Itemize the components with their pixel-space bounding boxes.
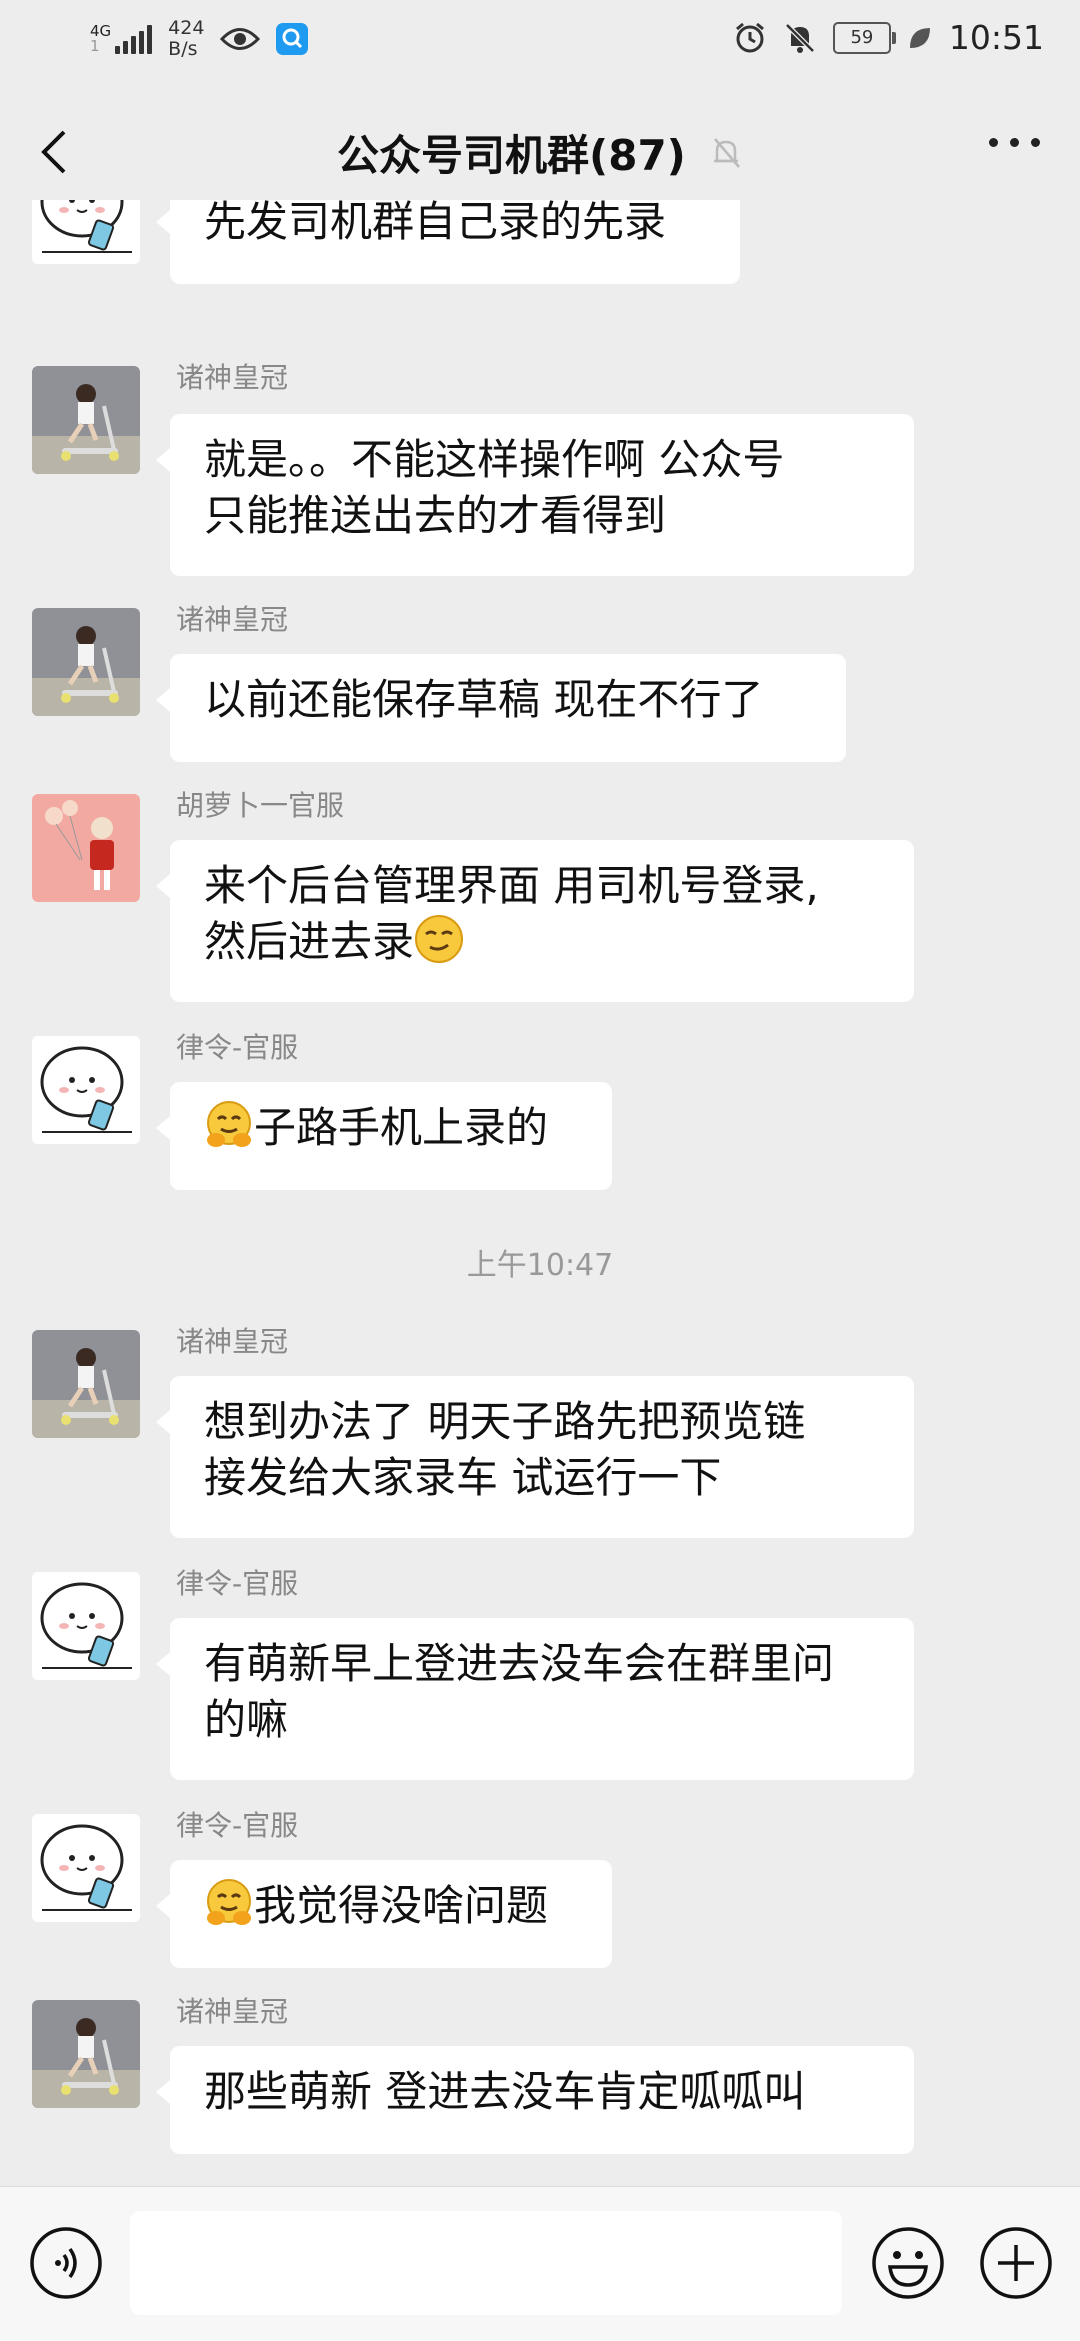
message-timestamp: 上午10:47: [466, 1248, 614, 1283]
voice-input-button[interactable]: [28, 2225, 104, 2305]
message-line: 有萌新早上登进去没车会在群里问: [204, 1639, 835, 1688]
speed-unit: B/s: [168, 38, 198, 60]
message-line: 然后进去录: [204, 914, 880, 970]
girl-balloons-avatar-icon: [32, 794, 140, 902]
avatar[interactable]: [32, 794, 140, 902]
kid-scooter-avatar-icon: [32, 2000, 140, 2108]
battery-indicator: 59: [832, 21, 896, 54]
message-bubble[interactable]: 我觉得没啥问题: [156, 1860, 612, 1968]
message-line: 就是。。不能这样操作啊 公众号: [204, 435, 785, 484]
message-text: 我觉得没啥问题: [254, 1881, 549, 1930]
plus-circle-icon: [980, 2227, 1052, 2299]
kid-scooter-avatar-icon: [32, 608, 140, 716]
avatar[interactable]: [32, 1036, 140, 1144]
message-text: 以前还能保存草稿 现在不行了: [204, 675, 764, 724]
notifications-off-icon: [785, 22, 815, 53]
more-options-button[interactable]: [989, 138, 1040, 147]
search-app-icon: [276, 23, 309, 55]
kid-scooter-avatar-icon: [32, 1330, 140, 1438]
page-title: 公众号司机群(87): [337, 131, 686, 180]
sender-name: 胡萝卜一官服: [176, 789, 345, 822]
message-list[interactable]: 先发司机群自己录的先录 诸神皇冠 就是。。不能这样操作啊 公众号 只能推送出去的…: [0, 200, 1080, 2186]
avatar[interactable]: [32, 608, 140, 716]
sender-name: 诸神皇冠: [176, 1995, 289, 2028]
message-bubble[interactable]: 子路手机上录的: [156, 1082, 612, 1190]
alarm-icon: [735, 22, 764, 52]
cartoon-avatar-icon: [32, 200, 140, 264]
sender-name: 律令-官服: [176, 1031, 299, 1064]
message-bubble[interactable]: 来个后台管理界面 用司机号登录, 然后进去录: [156, 840, 914, 1002]
network-sub: 1: [90, 37, 100, 55]
signal-bars-icon: [115, 24, 153, 54]
dot-icon: [1010, 138, 1019, 147]
sender-name: 诸神皇冠: [176, 603, 289, 636]
sender-name: 律令-官服: [176, 1567, 299, 1600]
message-line: 只能推送出去的才看得到: [204, 491, 667, 540]
avatar[interactable]: [32, 2000, 140, 2108]
smiley-icon: [872, 2227, 944, 2299]
sender-name: 诸神皇冠: [176, 361, 289, 394]
cartoon-avatar-icon: [32, 1036, 140, 1144]
sender-name: 律令-官服: [176, 1809, 299, 1842]
message-line: 的嘛: [204, 1695, 289, 1744]
message-line: 接发给大家录车 试运行一下: [204, 1453, 722, 1502]
hugging-emoji-icon: [207, 1879, 251, 1925]
smirk-emoji-icon: [415, 915, 464, 963]
message-bubble[interactable]: 想到办法了 明天子路先把预览链 接发给大家录车 试运行一下: [156, 1376, 914, 1538]
cartoon-avatar-icon: [32, 1572, 140, 1680]
avatar[interactable]: [32, 366, 140, 474]
muted-bell-icon: [713, 137, 740, 168]
message-line: 想到办法了 明天子路先把预览链: [204, 1397, 806, 1446]
message-text: 先发司机群自己录的先录: [204, 200, 667, 246]
message-input-bar: [0, 2186, 1080, 2341]
message-bubble[interactable]: 有萌新早上登进去没车会在群里问 的嘛: [156, 1618, 914, 1780]
network-speed: 424 B/s: [168, 18, 204, 60]
message-text: 子路手机上录的: [254, 1103, 549, 1152]
more-actions-button[interactable]: [978, 2225, 1054, 2305]
emoji-button[interactable]: [870, 2225, 946, 2305]
message-bubble[interactable]: 以前还能保存草稿 现在不行了: [156, 654, 846, 762]
message-bubble[interactable]: 先发司机群自己录的先录: [156, 200, 740, 284]
message-text: 然后进去录: [204, 917, 415, 966]
message-line: 来个后台管理界面 用司机号登录,: [204, 861, 819, 910]
avatar[interactable]: [32, 200, 140, 264]
kid-scooter-avatar-icon: [32, 366, 140, 474]
speed-value: 424: [168, 17, 205, 39]
voice-icon: [30, 2227, 102, 2299]
hugging-emoji-icon: [207, 1101, 251, 1147]
sender-name: 诸神皇冠: [176, 1325, 289, 1358]
status-bar: 4G 1 424 B/s 59 10:51: [0, 0, 1080, 84]
dot-icon: [989, 138, 998, 147]
message-input[interactable]: [130, 2211, 842, 2315]
cartoon-avatar-icon: [32, 1814, 140, 1922]
clock: 10:51: [948, 18, 1044, 57]
message-bubble[interactable]: 那些萌新 登进去没车肯定呱呱叫: [156, 2046, 914, 2154]
avatar[interactable]: [32, 1330, 140, 1438]
avatar[interactable]: [32, 1814, 140, 1922]
dot-icon: [1031, 138, 1040, 147]
message-bubble[interactable]: 就是。。不能这样操作啊 公众号 只能推送出去的才看得到: [156, 414, 914, 576]
avatar[interactable]: [32, 1572, 140, 1680]
leaf-icon: [909, 27, 930, 48]
cellular-signal: 4G 1: [90, 24, 153, 55]
message-text: 那些萌新 登进去没车肯定呱呱叫: [204, 2067, 806, 2116]
chat-header: 公众号司机群(87): [0, 84, 1080, 216]
eye-icon: [220, 28, 261, 50]
